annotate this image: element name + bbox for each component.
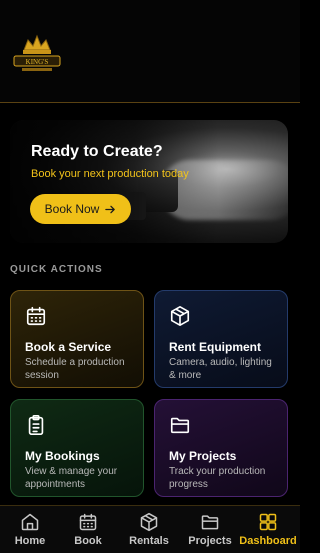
svg-text:KING'S: KING'S xyxy=(26,58,49,66)
tab-label: Rentals xyxy=(129,535,169,547)
hero-banner: Ready to Create? Book your next producti… xyxy=(10,120,288,243)
book-now-button[interactable]: Book Now xyxy=(30,194,131,224)
crown-logo-icon[interactable]: KING'S xyxy=(12,32,62,78)
folder-icon xyxy=(170,417,190,434)
bottom-tab-bar: Home Book Rentals Projects Dashboard xyxy=(0,505,300,553)
rent-equipment-card[interactable]: Rent Equipment Camera, audio, lighting &… xyxy=(154,290,288,388)
card-description: Camera, audio, lighting & more xyxy=(169,357,272,381)
tab-book[interactable]: Book xyxy=(58,510,118,553)
calendar-icon xyxy=(26,306,46,326)
home-icon xyxy=(21,513,39,531)
tab-rentals[interactable]: Rentals xyxy=(119,510,179,553)
tab-label: Home xyxy=(14,535,46,547)
card-title: Book a Service xyxy=(25,340,112,354)
tab-label: Book xyxy=(74,535,102,547)
card-description: Track your production progress xyxy=(169,466,266,490)
tab-dashboard[interactable]: Dashboard xyxy=(238,510,298,553)
hero-overlay xyxy=(10,120,288,243)
tab-projects[interactable]: Projects xyxy=(180,510,240,553)
app-header: KING'S xyxy=(0,0,300,103)
clipboard-icon xyxy=(28,415,44,435)
tab-label: Projects xyxy=(188,535,232,547)
my-bookings-card[interactable]: My Bookings View & manage your appointme… xyxy=(10,399,144,497)
arrow-right-icon xyxy=(105,205,116,213)
card-title: My Projects xyxy=(169,449,237,463)
quick-actions-title: QUICK ACTIONS xyxy=(10,264,103,275)
tab-label: Dashboard xyxy=(239,535,297,547)
card-title: Rent Equipment xyxy=(169,340,261,354)
calendar-icon xyxy=(79,513,97,531)
tab-home[interactable]: Home xyxy=(0,510,60,553)
my-projects-card[interactable]: My Projects Track your production progre… xyxy=(154,399,288,497)
book-now-label: Book Now xyxy=(44,202,100,216)
grid-icon xyxy=(259,513,277,531)
hero-subtitle: Book your next production today xyxy=(31,168,189,180)
card-description: Schedule a production session xyxy=(25,357,125,381)
box-icon xyxy=(140,512,158,532)
hero-title: Ready to Create? xyxy=(31,143,163,160)
book-service-card[interactable]: Book a Service Schedule a production ses… xyxy=(10,290,144,388)
card-description: View & manage your appointments xyxy=(25,466,118,490)
card-title: My Bookings xyxy=(25,449,100,463)
folder-icon xyxy=(201,515,219,530)
box-icon xyxy=(170,306,190,326)
